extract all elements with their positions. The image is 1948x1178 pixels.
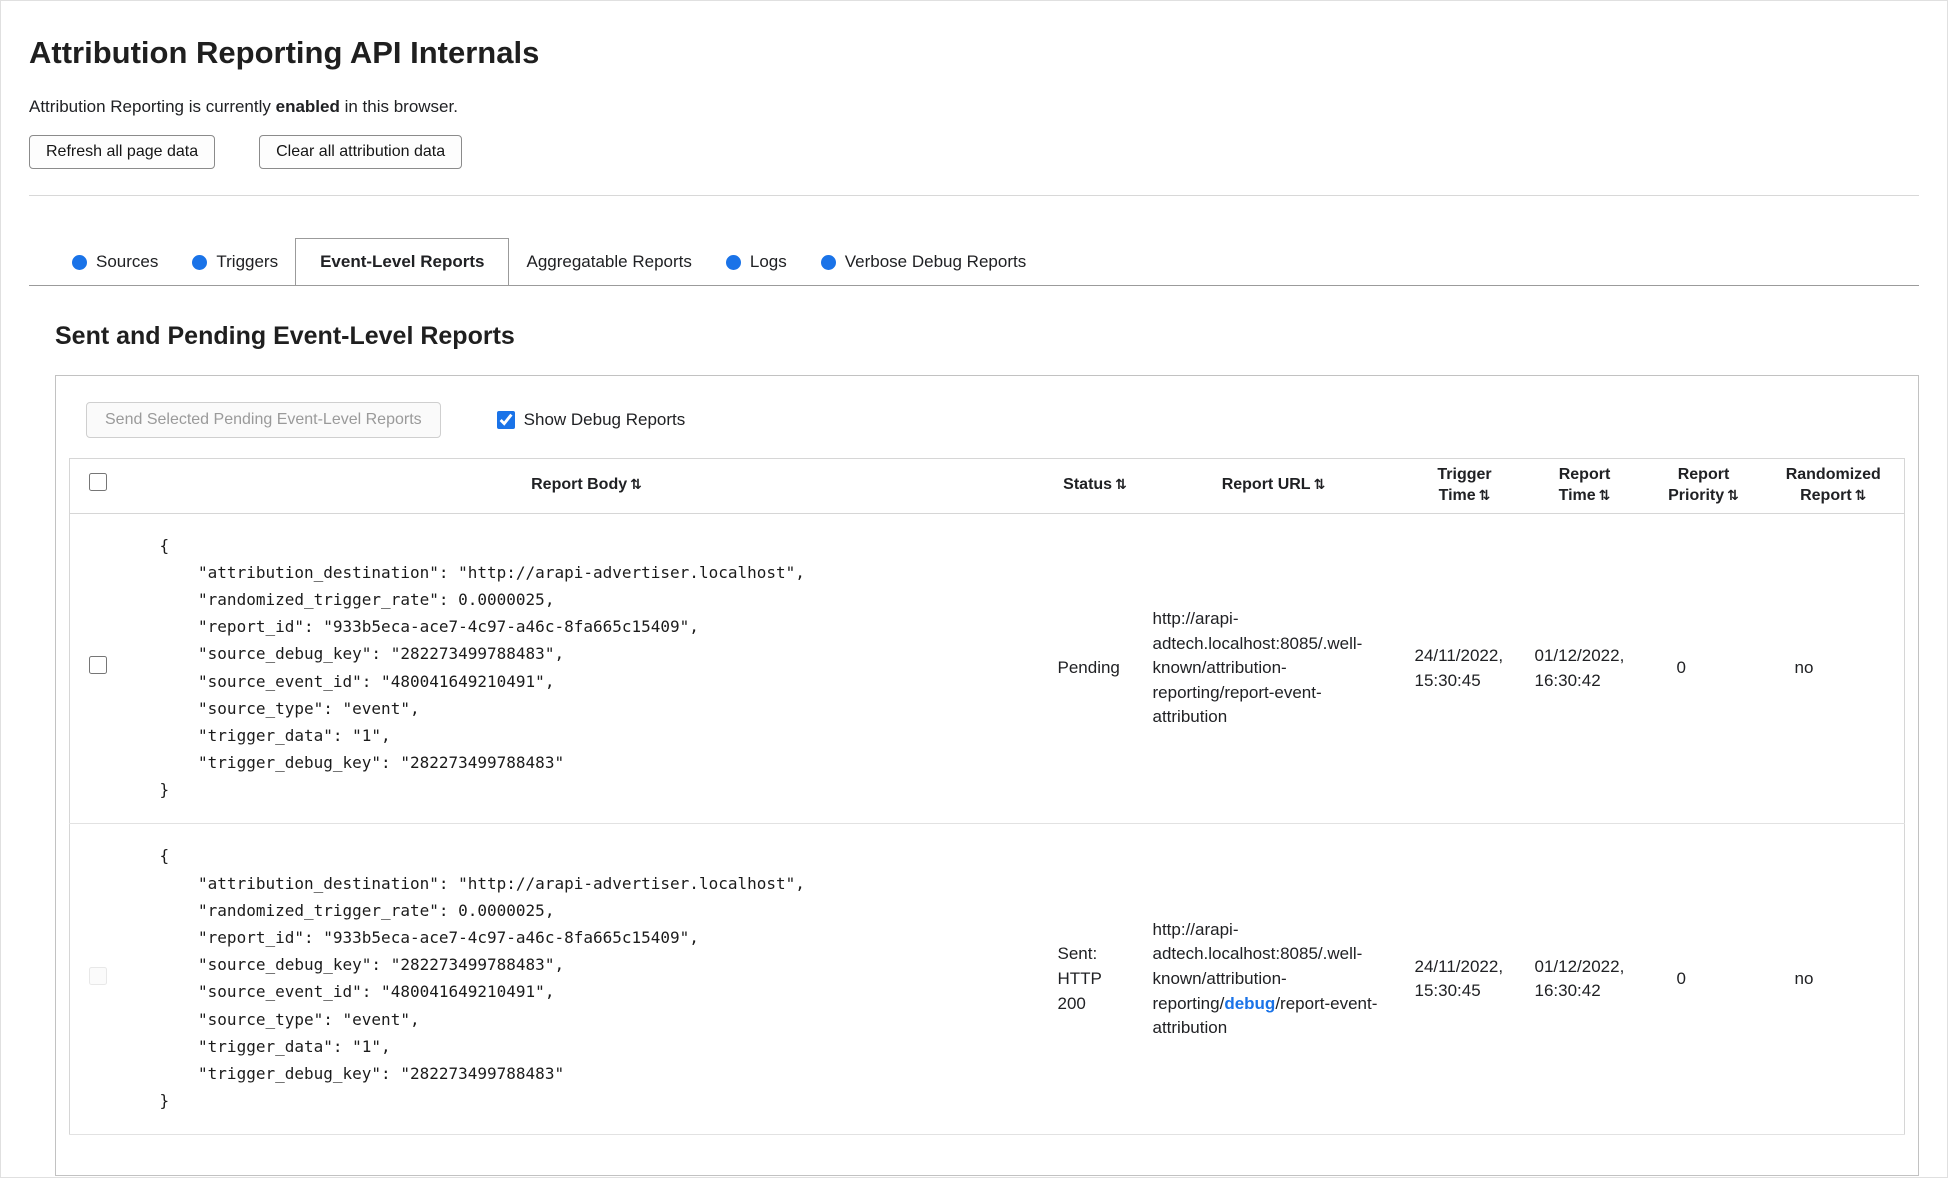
trigger-time: 24/11/2022, 15:30:45 xyxy=(1404,513,1525,825)
debug-url-segment: debug xyxy=(1224,993,1276,1013)
logs-status-dot-icon xyxy=(725,254,741,270)
page-actions: Refresh all page data Clear all attribut… xyxy=(29,135,1919,169)
report-status: Pending xyxy=(1047,513,1143,825)
col-header-status[interactable]: Status ⇅ xyxy=(1047,458,1143,514)
row-select-checkbox[interactable] xyxy=(88,655,107,674)
status-suffix: in this browser. xyxy=(339,97,458,116)
sort-icon: ⇅ xyxy=(1115,477,1127,494)
tab-label: Event-Level Reports xyxy=(320,252,485,271)
show-debug-toggle[interactable]: Show Debug Reports xyxy=(496,410,686,430)
row-select-checkbox xyxy=(88,966,107,985)
page-title: Attribution Reporting API Internals xyxy=(29,35,540,70)
triggers-status-dot-icon xyxy=(192,254,208,270)
report-body-json: { "attribution_destination": "http://ara… xyxy=(159,846,805,1111)
tab-label: Sources xyxy=(96,252,159,271)
report-time: 01/12/2022, 16:30:42 xyxy=(1524,823,1645,1136)
col-header-report-url[interactable]: Report URL ⇅ xyxy=(1142,458,1405,514)
tab-label: Verbose Debug Reports xyxy=(844,252,1027,271)
sort-icon: ⇅ xyxy=(1598,487,1611,504)
tab-label: Aggregatable Reports xyxy=(526,252,692,271)
reports-table: Report Body ⇅ Status ⇅ Report URL ⇅ Trigger… xyxy=(69,458,1905,1136)
col-header-trigger-time[interactable]: Trigger Time ⇅ xyxy=(1404,458,1525,514)
attribution-internals-page: Attribution Reporting API Internals Attr… xyxy=(1,1,1947,1177)
show-debug-label: Show Debug Reports xyxy=(523,410,686,429)
report-url: http://arapi-adtech.localhost:8085/.well… xyxy=(1142,823,1405,1136)
section-heading: Sent and Pending Event-Level Reports xyxy=(55,322,515,350)
refresh-all-button[interactable]: Refresh all page data xyxy=(29,135,216,169)
tab-triggers[interactable]: Triggers xyxy=(175,239,295,285)
tab-bar: Sources Triggers Event-Level Reports Agg… xyxy=(29,238,1919,286)
col-header-report-body[interactable]: Report Body ⇅ xyxy=(125,458,1048,514)
report-status: Sent: HTTP 200 xyxy=(1047,823,1143,1136)
verbose-debug-status-dot-icon xyxy=(820,254,836,270)
section-divider xyxy=(29,195,1919,196)
report-row: { "attribution_destination": "http://ara… xyxy=(69,513,1905,825)
report-url: http://arapi-adtech.localhost:8085/.well… xyxy=(1142,513,1405,825)
row-checkbox-cell xyxy=(69,823,126,1136)
status-text: Attribution Reporting is currently enabl… xyxy=(29,97,1919,117)
tab-label: Logs xyxy=(749,252,787,271)
trigger-time: 24/11/2022, 15:30:45 xyxy=(1404,823,1525,1136)
report-body-json: { "attribution_destination": "http://ara… xyxy=(159,535,805,800)
sort-icon: ⇅ xyxy=(1313,477,1326,494)
sort-icon: ⇅ xyxy=(1727,487,1739,504)
report-priority: 0 xyxy=(1644,513,1763,825)
col-header-randomized-report[interactable]: Randomized Report ⇅ xyxy=(1762,458,1905,514)
tab-aggregatable-reports[interactable]: Aggregatable Reports xyxy=(509,239,708,285)
status-enabled: enabled xyxy=(275,97,340,116)
randomized-report: no xyxy=(1762,823,1905,1136)
tab-event-level-reports[interactable]: Event-Level Reports xyxy=(295,238,510,286)
sort-icon: ⇅ xyxy=(630,477,642,494)
reports-panel: Send Selected Pending Event-Level Report… xyxy=(55,375,1919,1177)
event-level-reports-panel: Sent and Pending Event-Level Reports Sen… xyxy=(29,322,1919,1177)
report-body-cell: { "attribution_destination": "http://ara… xyxy=(125,823,1048,1136)
report-row: { "attribution_destination": "http://ara… xyxy=(69,823,1905,1136)
show-debug-checkbox[interactable] xyxy=(496,411,515,429)
select-all-checkbox[interactable] xyxy=(88,473,107,492)
row-checkbox-cell xyxy=(69,513,126,825)
status-prefix: Attribution Reporting is currently xyxy=(29,97,276,116)
tab-logs[interactable]: Logs xyxy=(709,239,804,285)
select-all-header xyxy=(69,458,126,514)
sort-icon: ⇅ xyxy=(1478,487,1491,504)
sort-icon: ⇅ xyxy=(1854,487,1867,504)
report-time: 01/12/2022, 16:30:42 xyxy=(1524,513,1645,825)
url-text: http://arapi-adtech.localhost:8085/.well… xyxy=(1152,608,1363,727)
col-header-report-priority[interactable]: Report Priority ⇅ xyxy=(1644,458,1763,514)
tab-sources[interactable]: Sources xyxy=(55,239,175,285)
randomized-report: no xyxy=(1762,513,1905,825)
table-header-row: Report Body ⇅ Status ⇅ Report URL ⇅ Trigger… xyxy=(69,458,1905,514)
send-selected-button: Send Selected Pending Event-Level Report… xyxy=(86,402,441,438)
sources-status-dot-icon xyxy=(72,254,87,270)
tab-verbose-debug-reports[interactable]: Verbose Debug Reports xyxy=(804,239,1043,285)
report-priority: 0 xyxy=(1644,823,1763,1136)
tab-label: Triggers xyxy=(216,252,279,271)
col-header-report-time[interactable]: Report Time ⇅ xyxy=(1524,458,1645,514)
report-body-cell: { "attribution_destination": "http://ara… xyxy=(125,513,1048,825)
clear-all-data-button[interactable]: Clear all attribution data xyxy=(259,135,463,169)
panel-controls: Send Selected Pending Event-Level Report… xyxy=(86,402,1905,438)
